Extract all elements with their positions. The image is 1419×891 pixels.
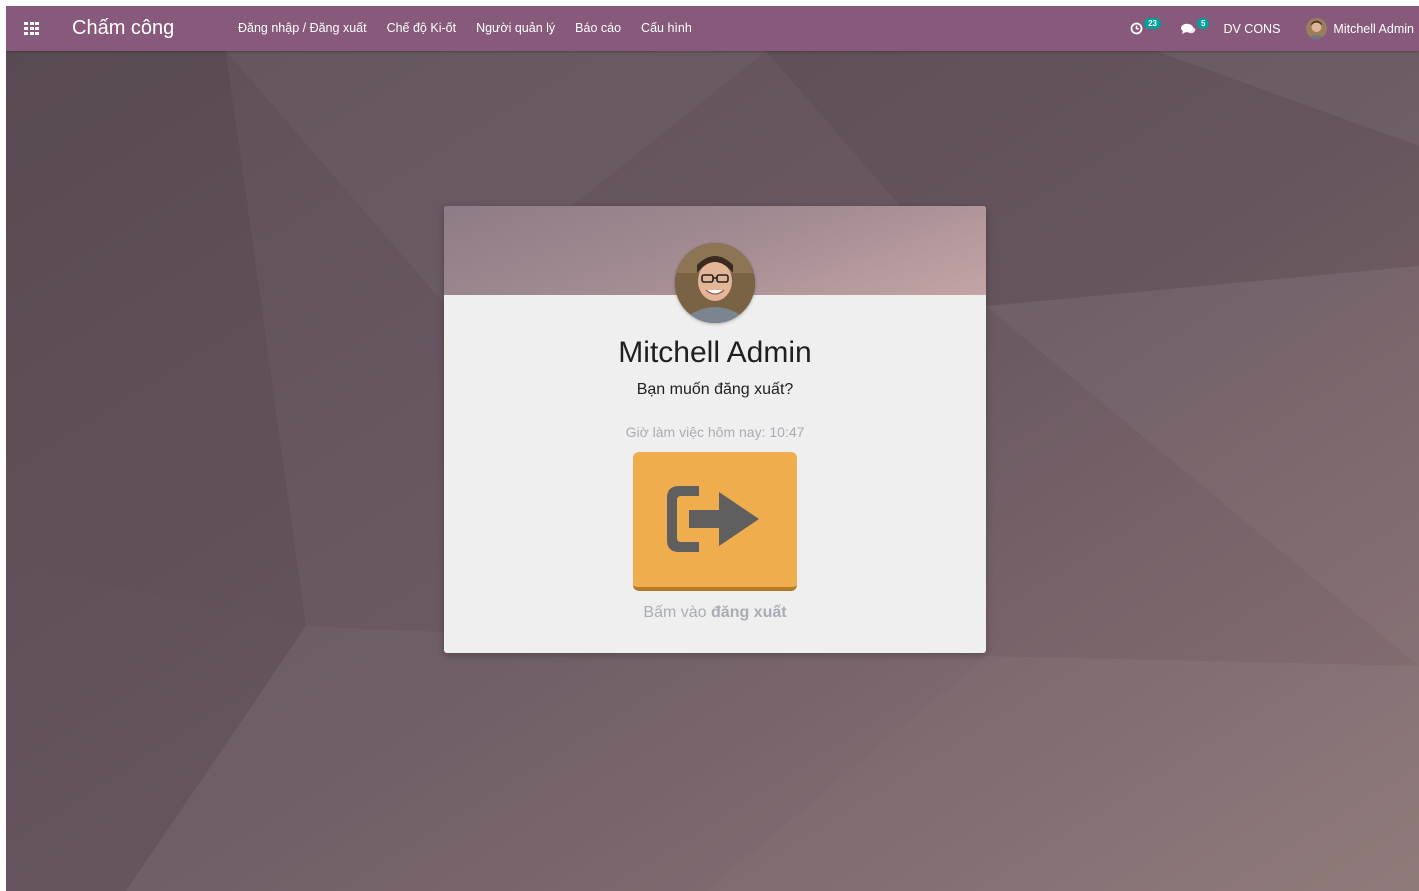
worked-hours-today: Giờ làm việc hôm nay: 10:47 xyxy=(625,424,805,440)
app-frame: Chấm công Đăng nhập / Đăng xuất Chế độ K… xyxy=(6,6,1419,891)
messaging-menu[interactable]: 5 xyxy=(1181,18,1210,35)
app-title[interactable]: Chấm công xyxy=(72,15,174,41)
sign-out-icon xyxy=(667,486,759,552)
company-name: DV CONS xyxy=(1223,21,1281,36)
hint-prefix: Bấm vào xyxy=(643,604,712,621)
comments-icon xyxy=(1181,23,1196,34)
sign-out-question: Bạn muốn đăng xuất? xyxy=(636,381,794,398)
sign-out-button[interactable] xyxy=(633,452,797,591)
menu-item-kiosk-mode[interactable]: Chế độ Ki-ốt xyxy=(387,20,456,37)
attendance-card: Mitchell Admin Bạn muốn đăng xuất? Giờ l… xyxy=(444,206,986,653)
menu-item-reporting[interactable]: Báo cáo xyxy=(575,20,621,37)
activity-menu[interactable]: 23 xyxy=(1130,18,1161,35)
menu-item-manager[interactable]: Người quản lý xyxy=(476,20,555,37)
activity-count-badge: 23 xyxy=(1144,18,1161,29)
user-name: Mitchell Admin xyxy=(1333,21,1414,36)
sign-out-hint: Bấm vào đăng xuất xyxy=(444,603,986,623)
company-switcher[interactable]: DV CONS xyxy=(1223,22,1280,36)
message-count-badge: 5 xyxy=(1197,18,1210,29)
employee-avatar xyxy=(675,243,755,323)
employee-name: Mitchell Admin xyxy=(618,336,812,369)
apps-grid-icon[interactable] xyxy=(24,22,39,35)
top-navbar: Chấm công Đăng nhập / Đăng xuất Chế độ K… xyxy=(6,6,1419,51)
clock-icon xyxy=(1130,22,1143,35)
user-menu[interactable]: Mitchell Admin xyxy=(1306,18,1414,39)
systray: 23 5 DV CONS Mitchell Admin xyxy=(1130,6,1419,51)
hint-action: đăng xuất xyxy=(711,604,787,621)
main-menu: Đăng nhập / Đăng xuất Chế độ Ki-ốt Người… xyxy=(238,20,692,37)
menu-item-check-in-out[interactable]: Đăng nhập / Đăng xuất xyxy=(238,20,367,37)
user-avatar xyxy=(1306,18,1328,39)
menu-item-configuration[interactable]: Cấu hình xyxy=(641,20,692,37)
